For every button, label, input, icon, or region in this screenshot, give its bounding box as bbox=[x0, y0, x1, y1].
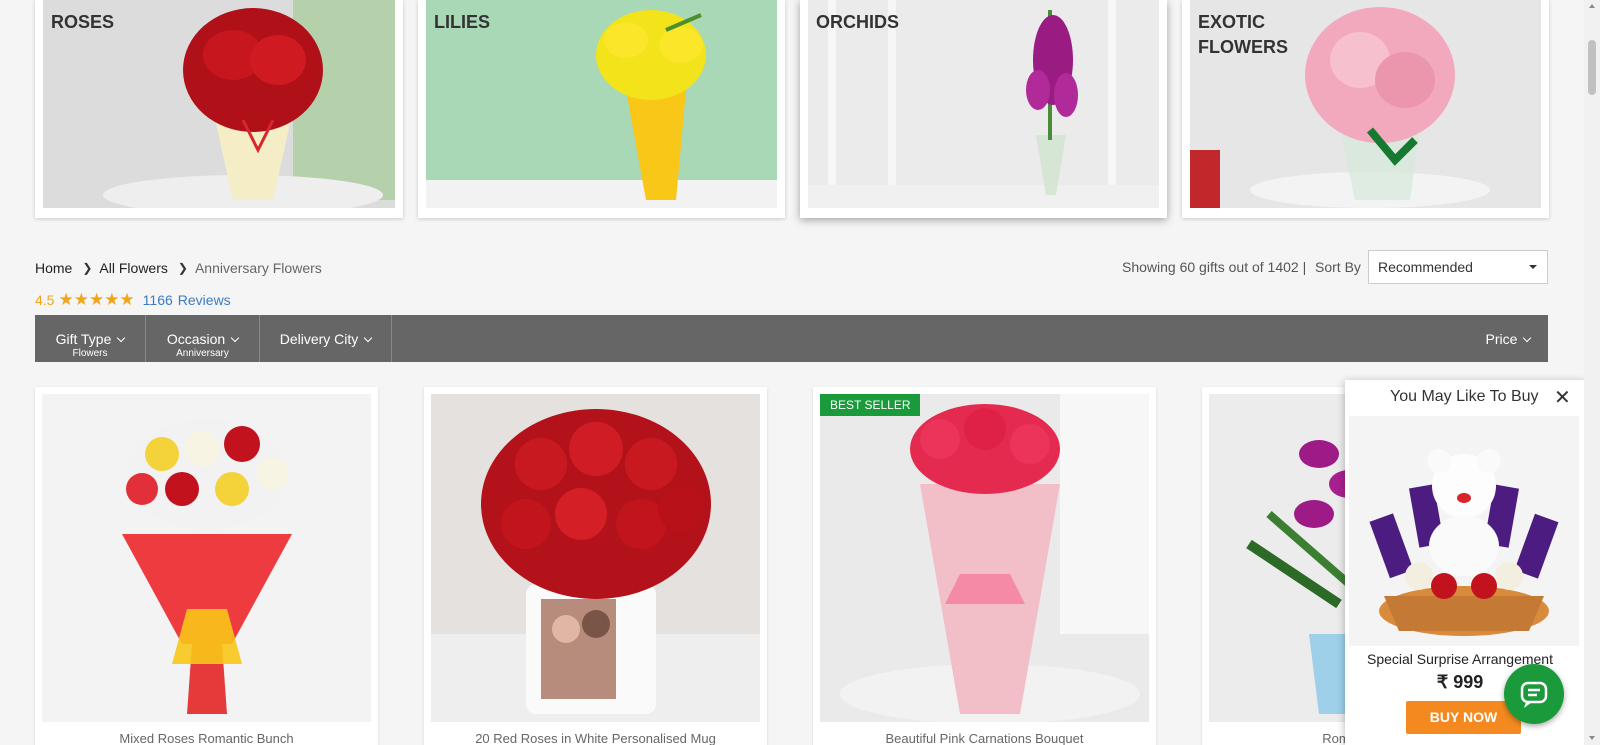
chat-icon bbox=[1520, 681, 1548, 708]
filter-occasion[interactable]: Occasion Anniversary bbox=[146, 315, 260, 362]
chevron-down-icon bbox=[1523, 333, 1532, 343]
sort-label: Sort By bbox=[1315, 259, 1361, 275]
product-name: Beautiful Pink Carnations Bouquet bbox=[885, 731, 1084, 745]
product-name: Mixed Roses Romantic Bunch bbox=[119, 731, 294, 745]
category-card-lilies[interactable]: LILIES bbox=[418, 0, 785, 218]
rating-summary: 4.5 ★★★★★ 1166 Reviews bbox=[35, 290, 231, 310]
star-rating-icon: ★★★★★ bbox=[58, 290, 135, 309]
filter-value: Flowers bbox=[72, 348, 108, 359]
filter-label: Occasion bbox=[167, 331, 240, 347]
filter-label: Delivery City bbox=[280, 331, 373, 347]
category-title: EXOTIC FLOWERS bbox=[1198, 12, 1288, 57]
category-title: ROSES bbox=[51, 12, 115, 32]
popup-title: You May Like To Buy bbox=[1390, 388, 1539, 405]
product-image bbox=[820, 394, 1149, 722]
category-card-orchids[interactable]: ORCHIDS bbox=[800, 0, 1167, 218]
close-icon[interactable]: ✕ bbox=[1554, 385, 1571, 410]
product-card[interactable]: Mixed Roses Romantic Bunch bbox=[35, 387, 378, 745]
product-card[interactable]: 20 Red Roses in White Personalised Mug bbox=[424, 387, 767, 745]
category-card-exotic-flowers[interactable]: EXOTIC FLOWERS bbox=[1182, 0, 1549, 218]
category-card-roses[interactable]: ROSES bbox=[35, 0, 403, 218]
chat-button[interactable] bbox=[1504, 664, 1564, 724]
chevron-down-icon bbox=[364, 333, 373, 343]
breadcrumb: Home ❯ All Flowers ❯ Anniversary Flowers bbox=[35, 260, 322, 276]
rating-score: 4.5 bbox=[35, 292, 55, 308]
filter-bar: Gift Type Flowers Occasion Anniversary D… bbox=[35, 315, 1548, 362]
filter-delivery-city[interactable]: Delivery City bbox=[260, 315, 392, 362]
best-seller-badge: BEST SELLER bbox=[820, 394, 921, 416]
sort-value: Recommended bbox=[1378, 259, 1473, 275]
breadcrumb-home[interactable]: Home bbox=[35, 260, 72, 276]
scrollbar-thumb[interactable] bbox=[1588, 40, 1596, 95]
filter-price[interactable]: Price bbox=[1468, 315, 1548, 362]
page-scrollbar[interactable] bbox=[1584, 0, 1600, 745]
scroll-up-icon[interactable] bbox=[1589, 4, 1595, 8]
filter-label: Price bbox=[1486, 331, 1532, 347]
category-title: LILIES bbox=[434, 12, 491, 32]
popup-product-image bbox=[1349, 416, 1579, 646]
chevron-down-icon bbox=[117, 333, 126, 343]
review-count-link[interactable]: 1166 bbox=[143, 292, 173, 308]
results-count: Showing 60 gifts out of 1402 | bbox=[1122, 259, 1307, 275]
sort-select[interactable]: Recommended bbox=[1368, 250, 1548, 284]
chevron-right-icon: ❯ bbox=[82, 261, 93, 275]
breadcrumb-current: Anniversary Flowers bbox=[194, 260, 322, 276]
chevron-down-icon bbox=[230, 333, 240, 343]
caret-down-icon bbox=[1529, 265, 1537, 269]
product-image bbox=[431, 394, 760, 722]
product-image bbox=[42, 394, 371, 722]
chevron-right-icon: ❯ bbox=[177, 261, 188, 275]
product-card[interactable]: BEST SELLER Beautiful Pink Carnations Bo… bbox=[813, 387, 1156, 745]
breadcrumb-all-flowers[interactable]: All Flowers bbox=[99, 260, 167, 276]
filter-gift-type[interactable]: Gift Type Flowers bbox=[35, 315, 146, 362]
filter-value: Anniversary bbox=[176, 348, 229, 359]
category-title: ORCHIDS bbox=[816, 12, 900, 32]
product-name: 20 Red Roses in White Personalised Mug bbox=[475, 731, 716, 745]
reviews-link[interactable]: Reviews bbox=[178, 292, 231, 308]
filter-label: Gift Type bbox=[56, 331, 126, 347]
scroll-down-icon[interactable] bbox=[1589, 736, 1595, 740]
